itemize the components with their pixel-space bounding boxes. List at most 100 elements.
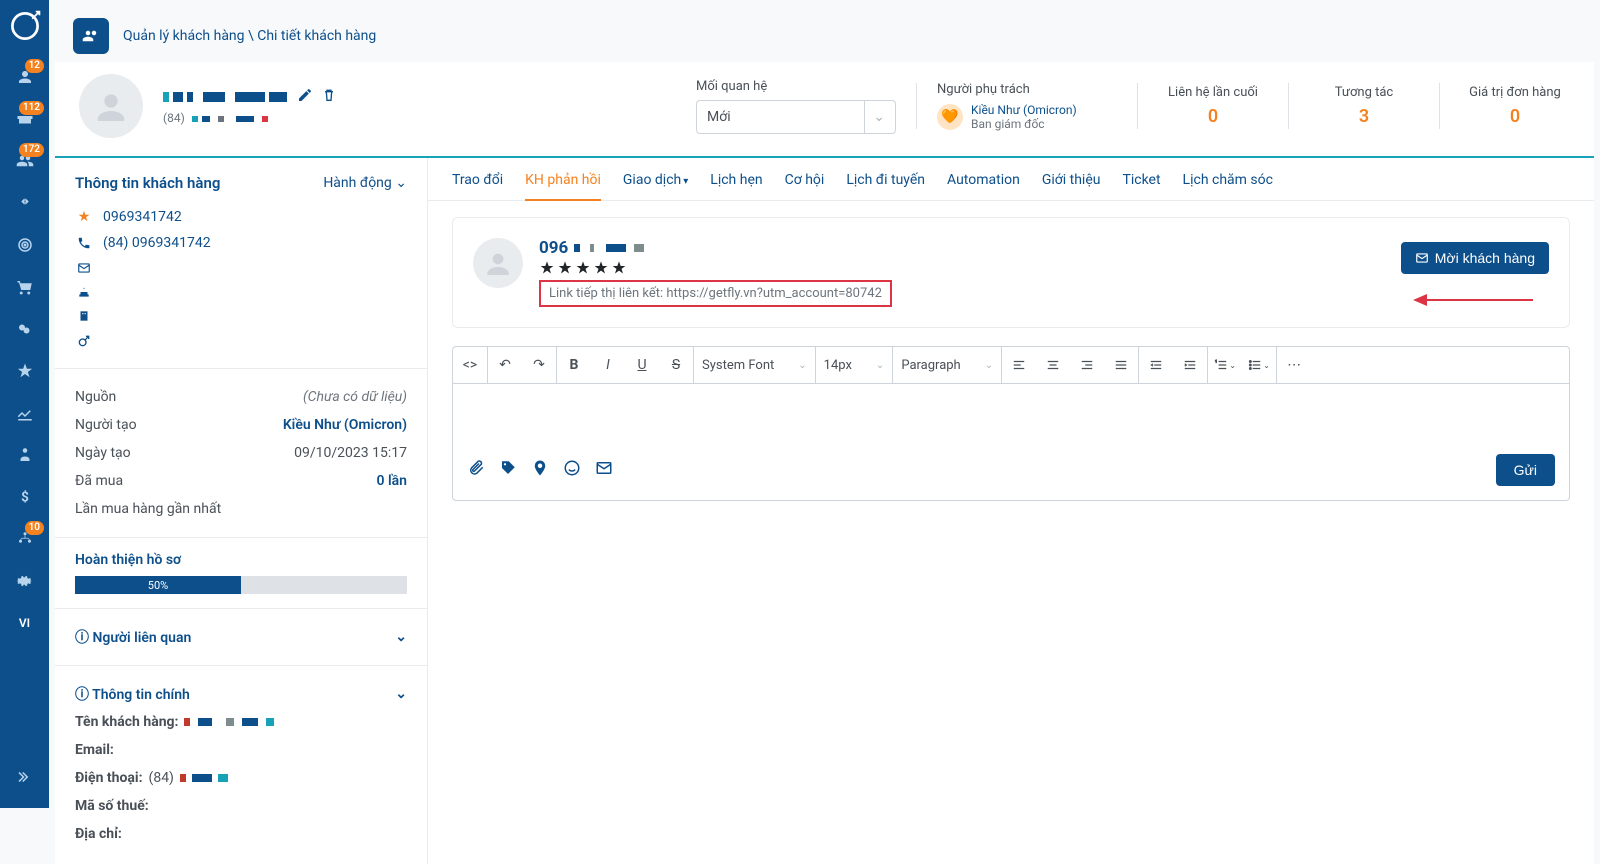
tab-lich-hen[interactable]: Lịch hẹn [710, 172, 762, 200]
tab-co-hoi[interactable]: Cơ hội [785, 172, 825, 200]
tab-trao-doi[interactable]: Trao đổi [452, 172, 503, 200]
sidebar: 12 112 172 $ 10 VI [0, 0, 49, 808]
action-dropdown[interactable]: Hành động ⌄ [323, 175, 407, 191]
feedback-card: 096 Link tiếp thị liên kết: https://getf… [452, 217, 1570, 328]
fontsize-select[interactable]: 14px⌄ [816, 347, 893, 383]
more-button[interactable]: ⋯ [1277, 347, 1311, 383]
attach-icon[interactable] [467, 459, 485, 481]
phone-secondary[interactable]: (84) 0969341742 [103, 235, 211, 251]
sidebar-item-cart[interactable] [0, 266, 49, 308]
breadcrumb-sep: \ [245, 28, 258, 44]
creator-value[interactable]: Kiều Như (Omicron) [283, 417, 407, 433]
strike-button[interactable]: S [659, 347, 693, 383]
sidebar-item-handshake[interactable] [0, 182, 49, 224]
purchased-value: 0 lần [377, 473, 407, 489]
undo-button[interactable]: ↶ [488, 347, 522, 383]
bold-button[interactable]: B [557, 347, 591, 383]
chevron-down-icon: ⌄ [864, 101, 885, 133]
outdent-button[interactable] [1139, 347, 1173, 383]
send-button[interactable]: Gửi [1496, 454, 1555, 486]
breadcrumb-icon [73, 18, 109, 54]
editor-textarea[interactable] [453, 384, 1569, 444]
divider [1137, 83, 1138, 129]
italic-button[interactable]: I [591, 347, 625, 383]
source-label: Nguồn [75, 389, 116, 405]
sidebar-item-chart[interactable] [0, 392, 49, 434]
mail-action-icon[interactable] [595, 459, 613, 481]
underline-button[interactable]: U [625, 347, 659, 383]
feedback-avatar [473, 238, 523, 288]
svg-text:1: 1 [1215, 360, 1217, 364]
lang-text: VI [19, 616, 30, 630]
relationship-select[interactable]: Mới ⌄ [696, 100, 896, 134]
tab-lich-cham-soc[interactable]: Lịch chăm sóc [1183, 172, 1273, 200]
rich-text-editor: <> ↶ ↷ B I U S System Font⌄ [452, 346, 1570, 501]
recent-label: Lần mua hàng gần nhất [75, 501, 221, 517]
stat-order-label: Giá trị đơn hàng [1460, 85, 1570, 100]
rating-stars[interactable] [539, 260, 892, 276]
breadcrumb-current: Chi tiết khách hàng [257, 28, 376, 44]
stat-interact-value: 3 [1309, 106, 1419, 127]
field-address: Địa chỉ: [75, 820, 407, 848]
created-label: Ngày tạo [75, 445, 131, 461]
affiliate-link[interactable]: Link tiếp thị liên kết: https://getfly.v… [539, 280, 892, 307]
phone-primary[interactable]: 0969341742 [103, 209, 182, 225]
chevron-down-icon: ⌄ [395, 175, 407, 191]
sidebar-item-briefcase[interactable]: 112 [0, 98, 49, 140]
delete-icon[interactable] [321, 87, 337, 107]
relationship-label: Mối quan hệ [696, 79, 896, 94]
annotation-arrow-icon [1413, 290, 1533, 310]
redo-button[interactable]: ↷ [522, 347, 556, 383]
owner-name[interactable]: Kiều Như (Omicron) [971, 103, 1077, 117]
paragraph-select[interactable]: Paragraph⌄ [893, 347, 1001, 383]
sidebar-item-settings[interactable] [0, 560, 49, 602]
customer-header: (84) Mối quan hệ Mới ⌄ Người phụ trách 🧡… [55, 62, 1594, 158]
emoji-icon[interactable] [563, 459, 581, 481]
gender-icon [75, 333, 93, 349]
tab-lich-di-tuyen[interactable]: Lịch đi tuyến [846, 172, 925, 200]
main-info-accordion[interactable]: ⓘ Thông tin chính ⌄ [75, 680, 407, 708]
location-icon[interactable] [531, 459, 549, 481]
related-people-accordion[interactable]: ⓘ Người liên quan ⌄ [75, 623, 407, 651]
feedback-customer-name: 096 [539, 238, 892, 258]
phone-icon [75, 236, 93, 250]
relationship-value: Mới [707, 109, 731, 125]
owner-role: Ban giám đốc [971, 117, 1077, 131]
divider [916, 83, 917, 129]
font-select[interactable]: System Font⌄ [694, 347, 815, 383]
sidebar-expand-icon[interactable] [0, 756, 49, 798]
unordered-list-button[interactable]: ⌄ [1242, 347, 1276, 383]
tab-automation[interactable]: Automation [947, 172, 1020, 200]
sidebar-item-money[interactable] [0, 308, 49, 350]
sidebar-item-person[interactable]: 12 [0, 56, 49, 98]
invite-customer-button[interactable]: Mời khách hàng [1401, 242, 1549, 274]
sidebar-item-target[interactable] [0, 224, 49, 266]
created-value: 09/10/2023 15:17 [294, 445, 407, 461]
left-title: Thông tin khách hàng [75, 174, 220, 192]
tab-gioi-thieu[interactable]: Giới thiệu [1042, 172, 1101, 200]
ordered-list-button[interactable]: 1⌄ [1208, 347, 1242, 383]
sidebar-item-dollar[interactable]: $ [0, 476, 49, 518]
align-center-button[interactable] [1036, 347, 1070, 383]
tab-ticket[interactable]: Ticket [1122, 172, 1160, 200]
indent-button[interactable] [1173, 347, 1207, 383]
sidebar-item-star[interactable] [0, 350, 49, 392]
align-justify-button[interactable] [1104, 347, 1138, 383]
code-view-button[interactable]: <> [453, 347, 487, 383]
tabs: Trao đổi KH phản hồi Giao dịch▾ Lịch hẹn… [428, 158, 1594, 201]
left-panel: Thông tin khách hàng Hành động ⌄ ★096934… [55, 158, 428, 864]
field-name: Tên khách hàng: [75, 708, 407, 736]
tab-kh-phan-hoi[interactable]: KH phản hồi [525, 172, 601, 200]
align-left-button[interactable] [1002, 347, 1036, 383]
sidebar-item-org[interactable]: 10 [0, 518, 49, 560]
breadcrumb-root[interactable]: Quản lý khách hàng [123, 28, 245, 44]
tag-icon[interactable] [499, 459, 517, 481]
align-right-button[interactable] [1070, 347, 1104, 383]
sidebar-item-users[interactable]: 172 [0, 140, 49, 182]
edit-icon[interactable] [297, 87, 313, 107]
sidebar-item-human[interactable] [0, 434, 49, 476]
sidebar-item-lang[interactable]: VI [0, 602, 49, 644]
owner-label: Người phụ trách [937, 82, 1117, 97]
tab-giao-dich[interactable]: Giao dịch▾ [623, 172, 688, 200]
badge: 172 [19, 143, 44, 157]
